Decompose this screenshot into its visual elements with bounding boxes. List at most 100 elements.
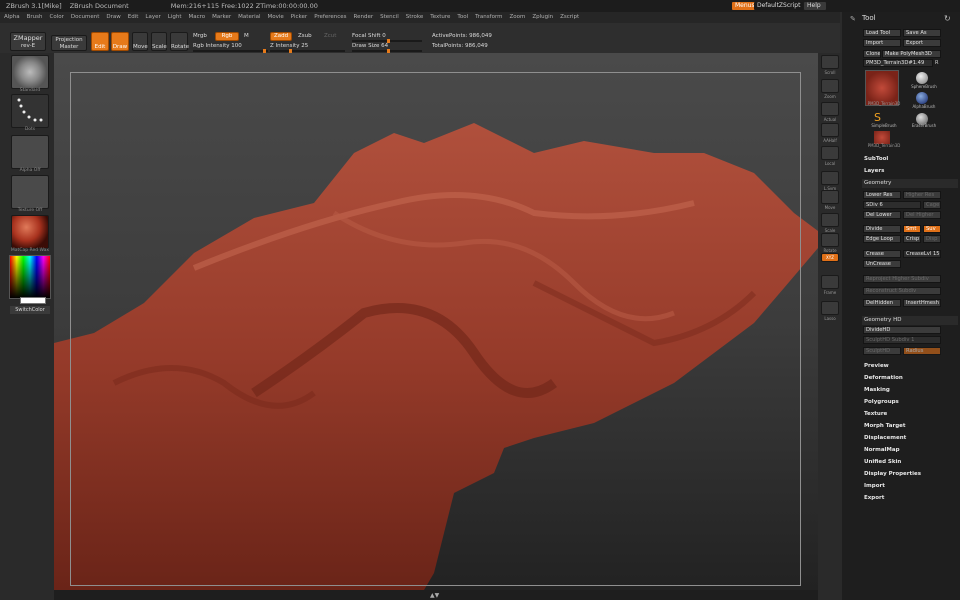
section-polygroups[interactable]: Polygroups: [864, 399, 899, 405]
menu-render[interactable]: Render: [354, 14, 374, 20]
section-texture[interactable]: Texture: [864, 411, 887, 417]
menu-zplugin[interactable]: Zplugin: [532, 14, 553, 20]
menu-edit[interactable]: Edit: [128, 14, 139, 20]
shelf-actual-button[interactable]: [821, 102, 839, 116]
mrgb-toggle[interactable]: Mrgb: [193, 33, 207, 39]
brush-thumbnail[interactable]: [11, 55, 49, 89]
shelf-move-button[interactable]: [821, 190, 839, 204]
divide-button[interactable]: Divide: [863, 225, 901, 233]
menu-macro[interactable]: Macro: [189, 14, 206, 20]
load-tool-button[interactable]: Load Tool: [863, 29, 901, 37]
menu-marker[interactable]: Marker: [212, 14, 231, 20]
cage-button[interactable]: Cage: [923, 201, 941, 209]
uncrease-button[interactable]: UnCrease: [863, 260, 901, 268]
menu-preferences[interactable]: Preferences: [314, 14, 346, 20]
menu-stencil[interactable]: Stencil: [380, 14, 399, 20]
dividehd-button[interactable]: DivideHD: [863, 326, 941, 334]
section-morph-target[interactable]: Morph Target: [864, 423, 906, 429]
menu-light[interactable]: Light: [168, 14, 182, 20]
menu-material[interactable]: Material: [238, 14, 260, 20]
section-preview[interactable]: Preview: [864, 363, 889, 369]
z-intensity-slider[interactable]: [270, 49, 345, 53]
switchcolor-button[interactable]: SwitchColor: [10, 306, 50, 314]
secondary-color-swatch[interactable]: [20, 297, 46, 304]
clone-button[interactable]: Clone: [863, 50, 881, 58]
del-lower-button[interactable]: Del Lower: [863, 211, 901, 219]
smt-toggle[interactable]: Smt: [903, 225, 921, 233]
shelf-local-button[interactable]: [821, 146, 839, 160]
current-tool-slider[interactable]: PM3D_Terrain3D#1.49: [863, 59, 933, 67]
shelf-lasso-button[interactable]: [821, 301, 839, 315]
sculpthd-button[interactable]: SculptHD: [863, 347, 901, 355]
zadd-toggle[interactable]: Zadd: [270, 32, 292, 41]
texture-thumbnail[interactable]: [11, 175, 49, 209]
zcut-toggle[interactable]: Zcut: [324, 33, 336, 39]
del-higher-button[interactable]: Del Higher: [903, 211, 941, 219]
menu-color[interactable]: Color: [50, 14, 64, 20]
geometry-hd-section[interactable]: Geometry HD: [862, 316, 958, 325]
save-as-button[interactable]: Save As: [903, 29, 941, 37]
help-button[interactable]: Help: [804, 2, 826, 10]
menu-stroke[interactable]: Stroke: [406, 14, 424, 20]
menu-zoom[interactable]: Zoom: [509, 14, 525, 20]
edge-loop-button[interactable]: Edge Loop: [863, 235, 901, 243]
subtool-section[interactable]: SubTool: [864, 156, 888, 162]
move-button[interactable]: Move: [132, 32, 148, 51]
shelf-rotate-button[interactable]: [821, 233, 839, 247]
shelf-lsym-button[interactable]: [821, 171, 839, 185]
crease-level-slider[interactable]: CreaseLvl 15: [903, 250, 941, 258]
section-export[interactable]: Export: [864, 495, 884, 501]
inserthmesh-button[interactable]: InsertHmesh: [903, 299, 941, 307]
rgb-toggle[interactable]: Rgb: [215, 32, 239, 41]
section-normalmap[interactable]: NormalMap: [864, 447, 900, 453]
layers-section[interactable]: Layers: [864, 168, 884, 174]
section-import[interactable]: Import: [864, 483, 885, 489]
menu-brush[interactable]: Brush: [27, 14, 43, 20]
menu-layer[interactable]: Layer: [145, 14, 160, 20]
shelf-scale-button[interactable]: [821, 213, 839, 227]
shelf-frame-button[interactable]: [821, 275, 839, 289]
stroke-thumbnail[interactable]: [11, 94, 49, 128]
collapse-arrows-icon[interactable]: ▲▼: [430, 592, 439, 599]
shelf-zoom-button[interactable]: [821, 79, 839, 93]
alpha-brush-icon[interactable]: [916, 92, 928, 104]
radius-slider[interactable]: Radius: [903, 347, 941, 355]
section-display-properties[interactable]: Display Properties: [864, 471, 921, 477]
edit-button[interactable]: Edit: [91, 32, 109, 51]
focal-shift-slider[interactable]: [352, 39, 422, 43]
menu-transform[interactable]: Transform: [475, 14, 502, 20]
section-displacement[interactable]: Displacement: [864, 435, 906, 441]
section-deformation[interactable]: Deformation: [864, 375, 903, 381]
sphere-brush-icon[interactable]: [916, 72, 928, 84]
section-unified-skin[interactable]: Unified Skin: [864, 459, 901, 465]
section-masking[interactable]: Masking: [864, 387, 890, 393]
refresh-icon[interactable]: ↻: [944, 14, 951, 23]
higher-res-button[interactable]: Higher Res: [903, 191, 941, 199]
menu-tool[interactable]: Tool: [457, 14, 468, 20]
crisp-button[interactable]: Crisp: [903, 235, 921, 243]
shelf-scroll-button[interactable]: [821, 55, 839, 69]
import-button[interactable]: Import: [863, 39, 901, 47]
color-picker[interactable]: [9, 255, 51, 299]
m-toggle[interactable]: M: [244, 33, 249, 39]
reproject-higher-subdiv-button[interactable]: Reproject Higher Subdiv: [863, 275, 941, 283]
r-button[interactable]: R: [935, 60, 938, 66]
rgb-intensity-slider[interactable]: [193, 49, 268, 53]
lower-res-button[interactable]: Lower Res: [863, 191, 901, 199]
draw-button[interactable]: Draw: [111, 32, 129, 51]
projection-master-button[interactable]: Projection Master: [51, 35, 87, 51]
menu-draw[interactable]: Draw: [106, 14, 120, 20]
alpha-thumbnail[interactable]: [11, 135, 49, 169]
menu-document[interactable]: Document: [71, 14, 100, 20]
shelf-aahalf-button[interactable]: [821, 123, 839, 137]
menu-movie[interactable]: Movie: [268, 14, 284, 20]
default-zscript-button[interactable]: DefaultZScript: [754, 2, 804, 10]
zmapper-button[interactable]: ZMapper rev-E: [10, 32, 46, 51]
rotate-button[interactable]: Rotate: [170, 32, 189, 51]
geometry-section[interactable]: Geometry: [862, 179, 958, 188]
crease-button[interactable]: Crease: [863, 250, 901, 258]
make-polymesh-button[interactable]: Make PolyMesh3D: [882, 50, 941, 58]
export-button[interactable]: Export: [903, 39, 941, 47]
material-thumbnail[interactable]: [11, 215, 49, 249]
menu-texture[interactable]: Texture: [430, 14, 450, 20]
